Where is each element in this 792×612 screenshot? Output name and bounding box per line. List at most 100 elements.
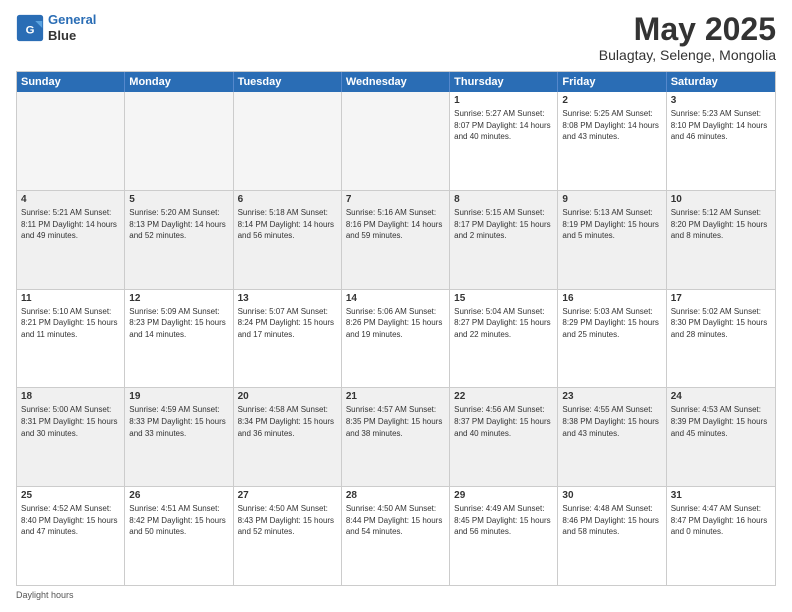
day-info: Sunrise: 4:50 AM Sunset: 8:44 PM Dayligh…	[346, 503, 445, 538]
day-number: 5	[129, 194, 228, 205]
day-number: 13	[238, 293, 337, 304]
calendar-cell: 15 Sunrise: 5:04 AM Sunset: 8:27 PM Dayli…	[450, 290, 558, 388]
day-number: 8	[454, 194, 553, 205]
day-info: Sunrise: 4:51 AM Sunset: 8:42 PM Dayligh…	[129, 503, 228, 538]
day-info: Sunrise: 5:10 AM Sunset: 8:21 PM Dayligh…	[21, 306, 120, 341]
day-info: Sunrise: 5:09 AM Sunset: 8:23 PM Dayligh…	[129, 306, 228, 341]
day-number: 28	[346, 490, 445, 501]
day-header-sunday: Sunday	[17, 72, 125, 92]
day-number: 4	[21, 194, 120, 205]
calendar-week-2: 4 Sunrise: 5:21 AM Sunset: 8:11 PM Daylig…	[17, 190, 775, 289]
svg-text:G: G	[26, 24, 35, 36]
calendar-cell: 30 Sunrise: 4:48 AM Sunset: 8:46 PM Dayli…	[558, 487, 666, 585]
day-info: Sunrise: 4:50 AM Sunset: 8:43 PM Dayligh…	[238, 503, 337, 538]
day-number: 10	[671, 194, 771, 205]
header: G General Blue May 2025 Bulagtay, Seleng…	[16, 12, 776, 63]
day-info: Sunrise: 4:53 AM Sunset: 8:39 PM Dayligh…	[671, 404, 771, 439]
calendar-cell: 19Sunrise: 4:59 AM Sunset: 8:33 PM Dayli…	[125, 388, 233, 486]
calendar-cell: 4 Sunrise: 5:21 AM Sunset: 8:11 PM Daylig…	[17, 191, 125, 289]
day-info: Sunrise: 5:00 AM Sunset: 8:31 PM Dayligh…	[21, 404, 120, 439]
day-number: 30	[562, 490, 661, 501]
day-info: Sunrise: 5:04 AM Sunset: 8:27 PM Dayligh…	[454, 306, 553, 341]
calendar-cell: 7 Sunrise: 5:16 AM Sunset: 8:16 PM Daylig…	[342, 191, 450, 289]
day-number: 15	[454, 293, 553, 304]
day-number: 23	[562, 391, 661, 402]
calendar-cell: 1Sunrise: 5:27 AM Sunset: 8:07 PM Daylig…	[450, 92, 558, 190]
day-number: 18	[21, 391, 120, 402]
page: G General Blue May 2025 Bulagtay, Seleng…	[0, 0, 792, 612]
calendar-cell: 20Sunrise: 4:58 AM Sunset: 8:34 PM Dayli…	[234, 388, 342, 486]
calendar-header: SundayMondayTuesdayWednesdayThursdayFrid…	[17, 72, 775, 92]
day-number: 27	[238, 490, 337, 501]
day-header-wednesday: Wednesday	[342, 72, 450, 92]
calendar-cell: 17 Sunrise: 5:02 AM Sunset: 8:30 PM Dayli…	[667, 290, 775, 388]
day-info: Sunrise: 5:07 AM Sunset: 8:24 PM Dayligh…	[238, 306, 337, 341]
day-number: 31	[671, 490, 771, 501]
calendar-cell: 3Sunrise: 5:23 AM Sunset: 8:10 PM Daylig…	[667, 92, 775, 190]
calendar-cell	[17, 92, 125, 190]
day-info: Sunrise: 4:47 AM Sunset: 8:47 PM Dayligh…	[671, 503, 771, 538]
day-number: 24	[671, 391, 771, 402]
calendar-cell: 27 Sunrise: 4:50 AM Sunset: 8:43 PM Dayli…	[234, 487, 342, 585]
calendar-cell: 22 Sunrise: 4:56 AM Sunset: 8:37 PM Dayli…	[450, 388, 558, 486]
day-info: Sunrise: 5:25 AM Sunset: 8:08 PM Dayligh…	[562, 108, 661, 143]
day-number: 11	[21, 293, 120, 304]
day-number: 16	[562, 293, 661, 304]
day-info: Sunrise: 4:59 AM Sunset: 8:33 PM Dayligh…	[129, 404, 228, 439]
day-info: Sunrise: 5:27 AM Sunset: 8:07 PM Dayligh…	[454, 108, 553, 143]
calendar-cell: 10Sunrise: 5:12 AM Sunset: 8:20 PM Dayli…	[667, 191, 775, 289]
day-info: Sunrise: 4:49 AM Sunset: 8:45 PM Dayligh…	[454, 503, 553, 538]
day-info: Sunrise: 5:18 AM Sunset: 8:14 PM Dayligh…	[238, 207, 337, 242]
calendar-cell: 11 Sunrise: 5:10 AM Sunset: 8:21 PM Dayli…	[17, 290, 125, 388]
calendar-cell: 26 Sunrise: 4:51 AM Sunset: 8:42 PM Dayli…	[125, 487, 233, 585]
day-info: Sunrise: 4:52 AM Sunset: 8:40 PM Dayligh…	[21, 503, 120, 538]
calendar-cell: 29 Sunrise: 4:49 AM Sunset: 8:45 PM Dayli…	[450, 487, 558, 585]
calendar-cell	[234, 92, 342, 190]
day-number: 12	[129, 293, 228, 304]
day-info: Sunrise: 5:03 AM Sunset: 8:29 PM Dayligh…	[562, 306, 661, 341]
calendar-cell: 12 Sunrise: 5:09 AM Sunset: 8:23 PM Dayli…	[125, 290, 233, 388]
day-header-saturday: Saturday	[667, 72, 775, 92]
day-number: 14	[346, 293, 445, 304]
day-number: 26	[129, 490, 228, 501]
day-number: 6	[238, 194, 337, 205]
logo-line1: General	[48, 12, 96, 27]
day-info: Sunrise: 4:56 AM Sunset: 8:37 PM Dayligh…	[454, 404, 553, 439]
day-info: Sunrise: 4:48 AM Sunset: 8:46 PM Dayligh…	[562, 503, 661, 538]
calendar-cell: 2Sunrise: 5:25 AM Sunset: 8:08 PM Daylig…	[558, 92, 666, 190]
footer-note: Daylight hours	[16, 590, 776, 600]
day-header-monday: Monday	[125, 72, 233, 92]
calendar-cell	[342, 92, 450, 190]
calendar-week-1: 1Sunrise: 5:27 AM Sunset: 8:07 PM Daylig…	[17, 92, 775, 190]
calendar-cell: 18 Sunrise: 5:00 AM Sunset: 8:31 PM Dayli…	[17, 388, 125, 486]
day-number: 22	[454, 391, 553, 402]
logo: G General Blue	[16, 12, 96, 43]
month-title: May 2025	[599, 12, 776, 47]
day-info: Sunrise: 5:16 AM Sunset: 8:16 PM Dayligh…	[346, 207, 445, 242]
calendar-week-5: 25Sunrise: 4:52 AM Sunset: 8:40 PM Dayli…	[17, 486, 775, 585]
day-info: Sunrise: 5:21 AM Sunset: 8:11 PM Dayligh…	[21, 207, 120, 242]
day-number: 21	[346, 391, 445, 402]
day-info: Sunrise: 5:20 AM Sunset: 8:13 PM Dayligh…	[129, 207, 228, 242]
day-info: Sunrise: 4:58 AM Sunset: 8:34 PM Dayligh…	[238, 404, 337, 439]
calendar: SundayMondayTuesdayWednesdayThursdayFrid…	[16, 71, 776, 586]
calendar-cell: 28 Sunrise: 4:50 AM Sunset: 8:44 PM Dayli…	[342, 487, 450, 585]
logo-text: General Blue	[48, 12, 96, 43]
calendar-cell: 21 Sunrise: 4:57 AM Sunset: 8:35 PM Dayli…	[342, 388, 450, 486]
day-number: 17	[671, 293, 771, 304]
calendar-cell: 6 Sunrise: 5:18 AM Sunset: 8:14 PM Daylig…	[234, 191, 342, 289]
title-block: May 2025 Bulagtay, Selenge, Mongolia	[599, 12, 776, 63]
day-info: Sunrise: 5:06 AM Sunset: 8:26 PM Dayligh…	[346, 306, 445, 341]
calendar-cell	[125, 92, 233, 190]
day-info: Sunrise: 4:57 AM Sunset: 8:35 PM Dayligh…	[346, 404, 445, 439]
calendar-cell: 25Sunrise: 4:52 AM Sunset: 8:40 PM Dayli…	[17, 487, 125, 585]
day-number: 29	[454, 490, 553, 501]
calendar-cell: 13 Sunrise: 5:07 AM Sunset: 8:24 PM Dayli…	[234, 290, 342, 388]
calendar-week-3: 11 Sunrise: 5:10 AM Sunset: 8:21 PM Dayli…	[17, 289, 775, 388]
day-info: Sunrise: 5:02 AM Sunset: 8:30 PM Dayligh…	[671, 306, 771, 341]
calendar-cell: 9Sunrise: 5:13 AM Sunset: 8:19 PM Daylig…	[558, 191, 666, 289]
calendar-body: 1Sunrise: 5:27 AM Sunset: 8:07 PM Daylig…	[17, 92, 775, 585]
day-number: 7	[346, 194, 445, 205]
calendar-cell: 5 Sunrise: 5:20 AM Sunset: 8:13 PM Daylig…	[125, 191, 233, 289]
day-number: 9	[562, 194, 661, 205]
